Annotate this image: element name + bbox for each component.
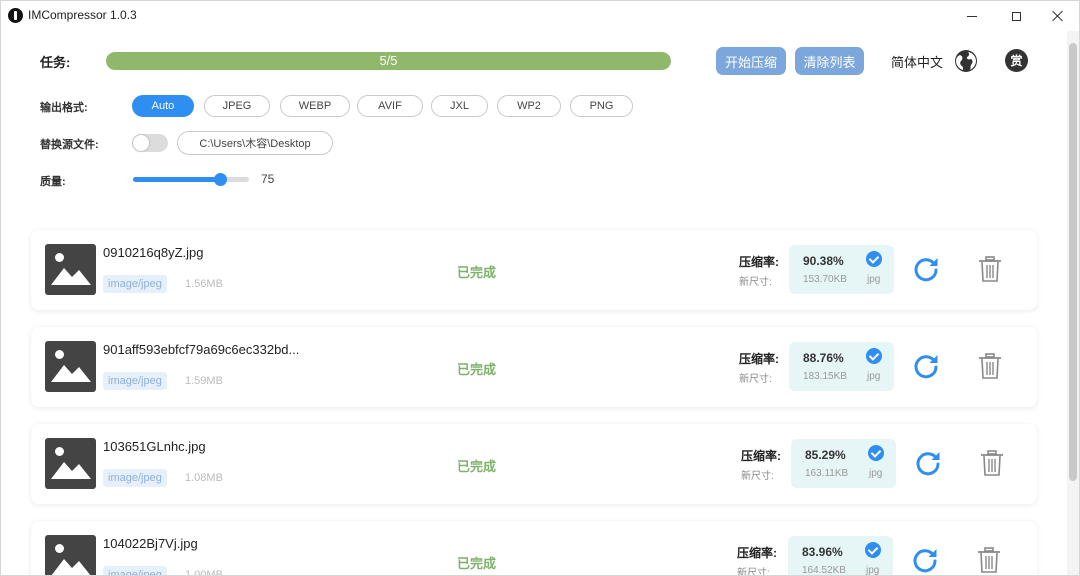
mime-badge: image/jpeg xyxy=(103,469,167,487)
trash-icon[interactable] xyxy=(977,547,1001,574)
quality-slider[interactable] xyxy=(133,173,249,186)
file-card: 901aff593ebfcf79a69c6ec332bd... image/jp… xyxy=(31,327,1037,407)
task-progress-text: 5/5 xyxy=(379,53,398,68)
image-placeholder-icon xyxy=(45,535,96,575)
compression-ratio-label: 压缩率: xyxy=(737,546,777,560)
format-png-button[interactable]: PNG xyxy=(570,95,633,117)
compression-ratio-value: 85.29% xyxy=(805,448,846,462)
status-text: 已完成 xyxy=(457,265,497,280)
replace-source-label: 替换源文件: xyxy=(40,139,99,151)
format-wp2-button[interactable]: WP2 xyxy=(497,95,561,117)
original-size: 1.59MB xyxy=(185,375,223,387)
reward-icon[interactable]: 赏 xyxy=(1005,49,1028,72)
format-auto-button[interactable]: Auto xyxy=(132,95,194,117)
close-button[interactable] xyxy=(1035,1,1079,31)
new-size-value: 163.11KB xyxy=(805,468,849,479)
window-title: IMCompressor 1.0.3 xyxy=(28,8,137,22)
check-icon xyxy=(865,542,881,558)
task-label: 任务: xyxy=(40,55,71,70)
output-format-label: 输出格式: xyxy=(40,102,88,114)
compression-ratio-label: 压缩率: xyxy=(741,449,781,463)
new-size-label: 新尺寸: xyxy=(739,374,772,385)
trash-icon[interactable] xyxy=(980,450,1004,477)
file-name: 901aff593ebfcf79a69c6ec332bd... xyxy=(103,342,300,357)
scrollbar-thumb[interactable] xyxy=(1069,43,1077,481)
output-path-button[interactable]: C:\Users\木容\Desktop xyxy=(177,131,333,155)
original-size: 1.56MB xyxy=(185,278,223,290)
image-placeholder-icon xyxy=(45,244,96,295)
extension-value: jpg xyxy=(867,371,881,382)
format-jpeg-button[interactable]: JPEG xyxy=(204,95,270,117)
close-icon xyxy=(1052,10,1064,22)
refresh-icon[interactable] xyxy=(912,352,940,380)
file-card: 104022Bj7Vj.jpg image/jpeg 1.00MB 已完成 压缩… xyxy=(31,521,1037,576)
trash-icon[interactable] xyxy=(978,256,1002,283)
mime-badge: image/jpeg xyxy=(103,566,167,575)
compression-ratio-value: 90.38% xyxy=(803,254,844,268)
new-size-value: 183.15KB xyxy=(803,371,847,382)
refresh-icon[interactable] xyxy=(911,546,939,574)
quality-label: 质量: xyxy=(40,176,66,188)
file-name: 0910216q8yZ.jpg xyxy=(103,245,204,260)
mime-badge: image/jpeg xyxy=(103,275,167,293)
minimize-icon xyxy=(967,15,977,17)
file-card: 0910216q8yZ.jpg image/jpeg 1.56MB 已完成 压缩… xyxy=(31,230,1037,310)
file-card: 103651GLnhc.jpg image/jpeg 1.08MB 已完成 压缩… xyxy=(31,424,1037,504)
maximize-button[interactable] xyxy=(993,1,1039,31)
scrollbar[interactable] xyxy=(1067,31,1079,575)
check-icon xyxy=(868,445,884,461)
new-size-label: 新尺寸: xyxy=(741,471,774,482)
check-icon xyxy=(866,251,882,267)
result-box: 83.96% 164.52KB jpg xyxy=(788,536,893,576)
compression-ratio-value: 88.76% xyxy=(803,351,844,365)
compression-ratio-label: 压缩率: xyxy=(739,352,779,366)
language-selector[interactable]: 简体中文 xyxy=(891,52,943,71)
start-compress-button[interactable]: 开始压缩 xyxy=(716,47,786,75)
globe-icon[interactable] xyxy=(954,49,978,73)
original-size: 1.08MB xyxy=(185,472,223,484)
refresh-icon[interactable] xyxy=(914,449,942,477)
mime-badge: image/jpeg xyxy=(103,372,167,390)
image-placeholder-icon xyxy=(45,341,96,392)
quality-slider-fill xyxy=(133,177,220,182)
result-box: 85.29% 163.11KB jpg xyxy=(791,439,896,488)
file-name: 104022Bj7Vj.jpg xyxy=(103,536,198,551)
app-logo-icon xyxy=(8,8,23,23)
quality-value: 75 xyxy=(261,172,275,186)
replace-source-toggle[interactable] xyxy=(132,134,168,152)
new-size-value: 164.52KB xyxy=(802,565,846,576)
check-icon xyxy=(866,348,882,364)
clear-list-button[interactable]: 清除列表 xyxy=(795,47,864,75)
new-size-label: 新尺寸: xyxy=(737,568,770,576)
extension-value: jpg xyxy=(866,565,880,576)
trash-icon[interactable] xyxy=(978,353,1002,380)
extension-value: jpg xyxy=(867,274,881,285)
new-size-label: 新尺寸: xyxy=(739,277,772,288)
status-text: 已完成 xyxy=(457,459,497,474)
result-box: 90.38% 153.70KB jpg xyxy=(789,245,894,294)
format-avif-button[interactable]: AVIF xyxy=(357,95,423,117)
compression-ratio-value: 83.96% xyxy=(802,545,843,559)
result-box: 88.76% 183.15KB jpg xyxy=(789,342,894,391)
app-window: IMCompressor 1.0.3 任务: 5/5 开始压缩 清除列表 简体中… xyxy=(0,0,1080,576)
extension-value: jpg xyxy=(869,468,883,479)
file-name: 103651GLnhc.jpg xyxy=(103,439,206,454)
format-webp-button[interactable]: WEBP xyxy=(280,95,350,117)
toggle-knob xyxy=(133,135,149,151)
original-size: 1.00MB xyxy=(185,569,223,576)
compression-ratio-label: 压缩率: xyxy=(739,255,779,269)
image-placeholder-icon xyxy=(45,438,96,489)
task-progress-bar: 5/5 xyxy=(106,52,671,70)
status-text: 已完成 xyxy=(457,362,497,377)
format-jxl-button[interactable]: JXL xyxy=(431,95,488,117)
maximize-icon xyxy=(1011,11,1021,21)
quality-slider-handle[interactable] xyxy=(214,173,227,186)
status-text: 已完成 xyxy=(457,556,497,571)
minimize-button[interactable] xyxy=(949,1,995,31)
title-bar: IMCompressor 1.0.3 xyxy=(1,1,1079,31)
new-size-value: 153.70KB xyxy=(803,274,847,285)
refresh-icon[interactable] xyxy=(912,255,940,283)
